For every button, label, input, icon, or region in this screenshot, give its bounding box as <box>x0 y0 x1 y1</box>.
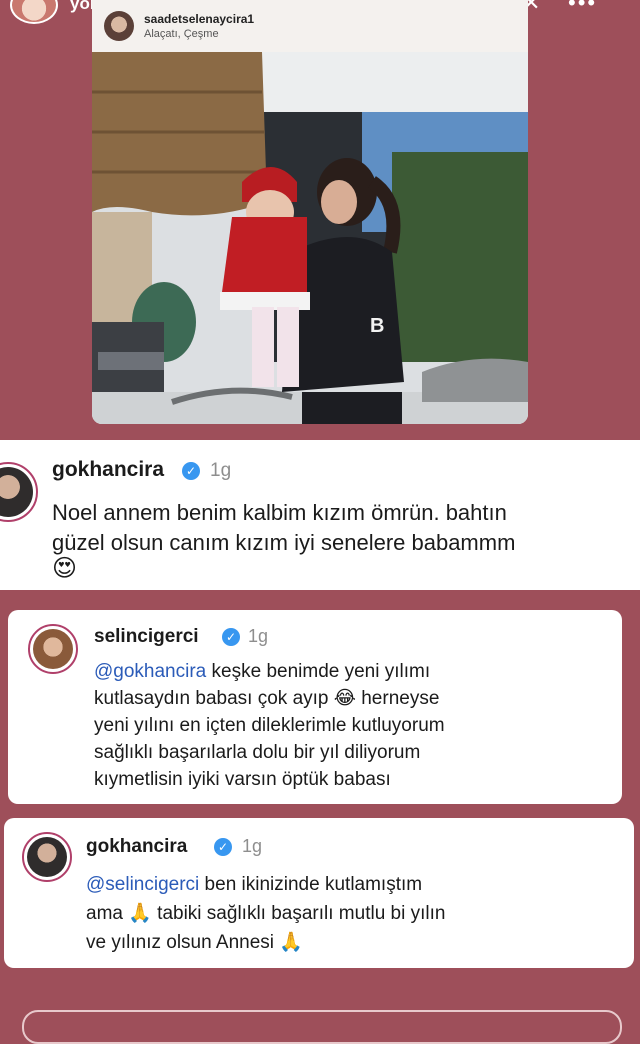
post-avatar[interactable] <box>104 11 134 41</box>
comment-time: 1g <box>242 836 263 856</box>
verified-icon: ✓ <box>222 628 240 646</box>
post-photo-illustration: B <box>92 52 528 424</box>
story-avatar[interactable] <box>10 0 58 24</box>
verified-icon: ✓ <box>214 838 232 856</box>
more-icon[interactable]: ••• <box>568 0 597 16</box>
comment-card: gokhancira ✓ 1g Noel annem benim kalbim … <box>0 440 640 590</box>
comment-username[interactable]: gokhancira <box>86 836 187 858</box>
svg-text:B: B <box>370 315 384 337</box>
comment-time: 1g <box>210 460 232 481</box>
post-header: saadetselenaycira1 Alaçatı, Çeşme <box>92 0 528 52</box>
mention-link[interactable]: @gokhancira <box>94 661 206 682</box>
comment-avatar[interactable] <box>22 832 72 882</box>
reply-bar[interactable] <box>22 1010 622 1044</box>
comment-avatar[interactable] <box>28 624 78 674</box>
comment-card: selincigerci ✓ 1g @gokhancira keşke beni… <box>8 610 622 804</box>
shared-post[interactable]: saadetselenaycira1 Alaçatı, Çeşme B <box>92 0 528 424</box>
post-username[interactable]: saadetselenaycira1 <box>144 12 254 26</box>
verified-icon: ✓ <box>182 462 200 480</box>
heart-eyes-emoji: 😍 <box>52 555 78 582</box>
comment-text: @selincigerci ben ikinizinde kutlamıştım… <box>86 870 626 957</box>
comment-card: gokhancira ✓ 1g @selincigerci ben ikiniz… <box>4 818 634 968</box>
comment-text: Noel annem benim kalbim kızım ömrün. bah… <box>52 500 516 555</box>
comment-avatar[interactable] <box>0 462 38 522</box>
post-photo: B <box>92 52 528 424</box>
comment-time: 1g <box>248 626 269 646</box>
mention-link[interactable]: @selincigerci <box>86 874 199 895</box>
comment-username[interactable]: gokhancira <box>52 458 164 482</box>
comment-username[interactable]: selincigerci <box>94 626 199 648</box>
post-location[interactable]: Alaçatı, Çeşme <box>144 28 219 40</box>
comment-text: @gokhancira keşke benimde yeni yılımı ku… <box>94 658 614 793</box>
